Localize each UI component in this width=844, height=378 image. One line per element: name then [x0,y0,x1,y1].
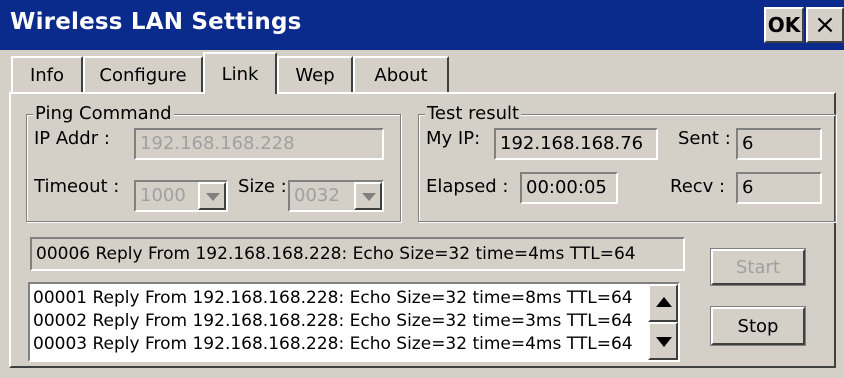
tab-about[interactable]: About [353,56,449,92]
ping-log-list[interactable]: 00001 Reply From 192.168.168.228: Echo S… [28,282,680,362]
timeout-select[interactable]: 1000 [134,180,228,212]
wireless-lan-settings-window: Wireless LAN Settings OK × Info Configur… [0,0,844,378]
list-scrollbar[interactable] [648,284,678,360]
timeout-value: 1000 [140,185,186,206]
ip-addr-label: IP Addr : [34,128,110,149]
recv-field: 6 [736,172,822,204]
ping-command-group-title: Ping Command [33,103,174,125]
list-item: 00003 Reply From 192.168.168.228: Echo S… [33,334,633,354]
sent-field: 6 [736,128,822,160]
tab-info[interactable]: Info [11,56,83,92]
chevron-down-icon[interactable] [354,182,382,210]
scroll-up-icon[interactable] [648,284,678,322]
size-select[interactable]: 0032 [288,180,384,212]
tab-configure[interactable]: Configure [83,56,203,92]
tab-link[interactable]: Link [203,52,277,94]
timeout-label: Timeout : [34,176,120,197]
my-ip-label: My IP: [426,128,481,149]
test-result-group-title: Test result [425,103,522,125]
close-icon: × [814,10,836,40]
ok-button[interactable]: OK [764,7,804,43]
close-button[interactable]: × [806,7,844,43]
chevron-down-icon[interactable] [198,182,226,210]
tab-wep[interactable]: Wep [277,56,353,92]
sent-label: Sent : [678,128,731,149]
elapsed-field: 00:00:05 [520,172,618,204]
last-reply-field: 00006 Reply From 192.168.168.228: Echo S… [30,237,685,271]
elapsed-label: Elapsed : [426,176,509,197]
title-bar: Wireless LAN Settings OK × [0,0,844,50]
size-value: 0032 [294,185,340,206]
recv-label: Recv : [670,176,726,197]
start-button[interactable]: Start [711,249,805,285]
scroll-down-icon[interactable] [648,322,678,360]
list-item: 00001 Reply From 192.168.168.228: Echo S… [33,288,633,308]
stop-button[interactable]: Stop [711,307,805,345]
my-ip-field: 192.168.168.76 [494,128,658,160]
ip-addr-input[interactable]: 192.168.168.228 [134,128,384,160]
size-label: Size : [238,176,287,197]
list-item: 00002 Reply From 192.168.168.228: Echo S… [33,311,633,331]
window-title: Wireless LAN Settings [10,9,302,35]
